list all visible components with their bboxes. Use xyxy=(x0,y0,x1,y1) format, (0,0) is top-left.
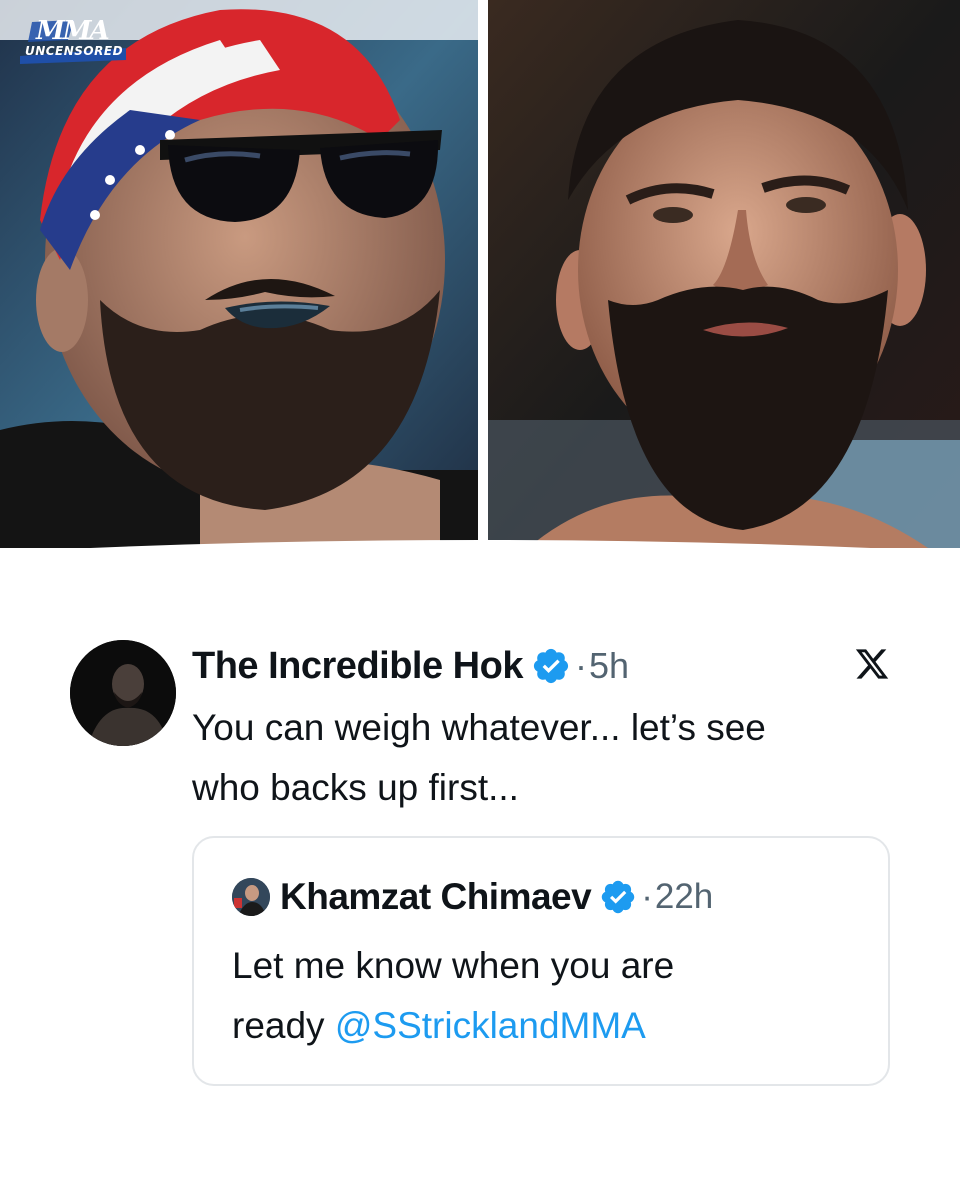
tweet-separator: · xyxy=(574,645,587,686)
tweet-timestamp[interactable]: 5h xyxy=(589,645,629,687)
photo-divider-curve xyxy=(0,540,960,560)
author-name[interactable]: The Incredible Hok xyxy=(192,645,523,688)
fighter-photo-left xyxy=(0,0,478,548)
tweet-text: You can weigh whatever... let’s see who … xyxy=(192,698,892,818)
logo-mark: MMA xyxy=(36,16,110,46)
quoted-text-line: ready @SStricklandMMA xyxy=(232,996,872,1056)
mention-link[interactable]: @SStricklandMMA xyxy=(335,1005,646,1046)
tweet-text-line: who backs up first... xyxy=(192,767,519,808)
verified-badge-icon xyxy=(531,646,571,686)
fighter-photo-right xyxy=(488,0,960,548)
tweet-card: The Incredible Hok · 5h You can weigh wh… xyxy=(70,640,900,1100)
tweet-text-line: You can weigh whatever... let’s see xyxy=(192,707,766,748)
tweet-header: The Incredible Hok · 5h xyxy=(192,642,629,690)
quoted-author-name[interactable]: Khamzat Chimaev xyxy=(280,876,592,918)
quoted-tweet-text: Let me know when you are ready @SStrickl… xyxy=(232,936,872,1056)
quoted-text-prefix: ready xyxy=(232,1005,335,1046)
avatar[interactable] xyxy=(70,640,176,746)
logo-text: UNCENSORED xyxy=(24,44,124,58)
mma-uncensored-logo: MMA UNCENSORED xyxy=(14,16,134,64)
quoted-timestamp[interactable]: 22h xyxy=(655,877,713,917)
quoted-separator: · xyxy=(641,877,653,916)
quoted-tweet[interactable]: Khamzat Chimaev · 22h Let me know when y… xyxy=(192,836,890,1086)
x-logo-icon xyxy=(854,646,890,682)
quoted-text-line: Let me know when you are xyxy=(232,945,675,986)
quoted-avatar[interactable] xyxy=(232,878,270,916)
verified-badge-icon xyxy=(599,878,637,916)
header-photos: MMA UNCENSORED xyxy=(0,0,960,560)
quoted-tweet-header: Khamzat Chimaev · 22h xyxy=(232,874,713,920)
